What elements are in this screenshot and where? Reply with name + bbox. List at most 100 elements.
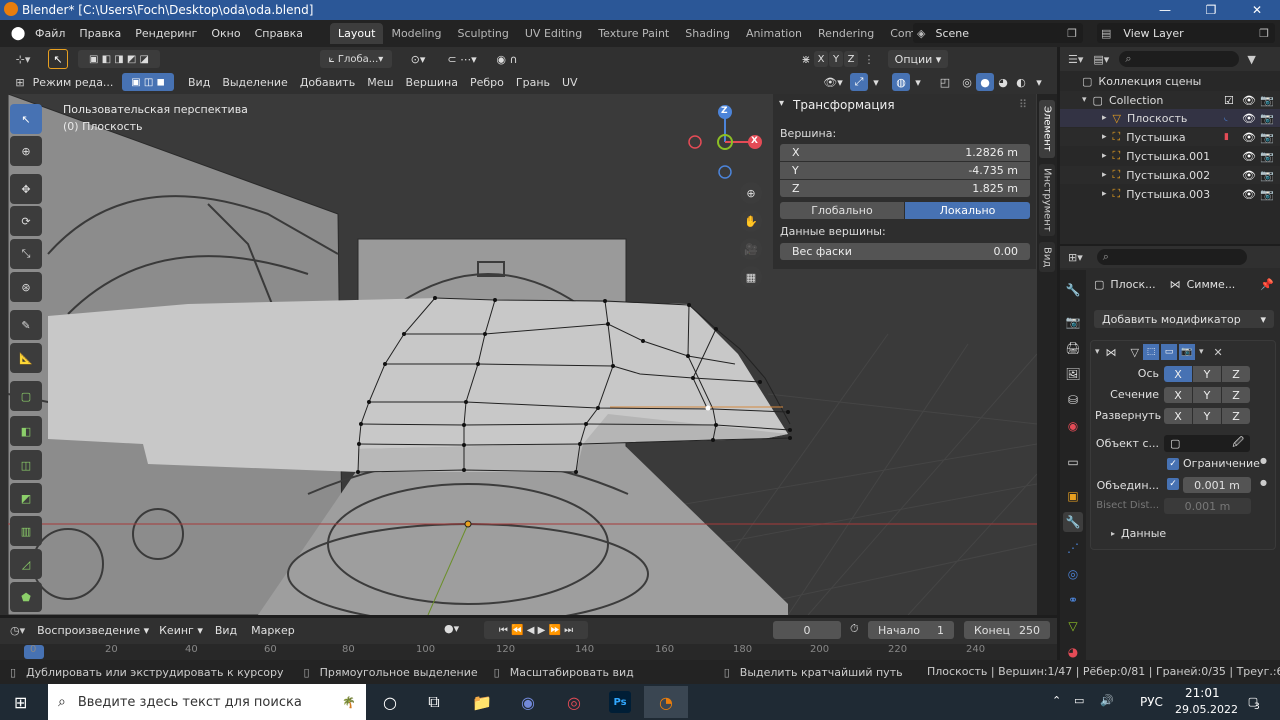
editor-type-icon[interactable]: ⊹▾ bbox=[10, 50, 36, 68]
transform-orientation-dropdown[interactable]: ⟀ Глоба... ▾ bbox=[320, 50, 392, 68]
gizmo-toggle-icon[interactable]: ⤢ bbox=[850, 73, 868, 91]
tab-tool[interactable]: Инструмент bbox=[1039, 164, 1055, 236]
editor-type-icon[interactable]: ⊞ bbox=[10, 73, 30, 91]
eye-icon[interactable]: 👁 bbox=[1242, 150, 1256, 163]
snap-icon[interactable]: ⊂ ⋯▾ bbox=[442, 50, 482, 68]
tab-sculpting[interactable]: Sculpting bbox=[450, 23, 517, 44]
expand-icon[interactable]: ▸ bbox=[1102, 170, 1107, 180]
editor-type-icon[interactable]: ◷▾ bbox=[10, 624, 25, 637]
menu-add[interactable]: Добавить bbox=[294, 76, 361, 89]
global-button[interactable]: Глобально bbox=[780, 202, 904, 219]
keyframe-dot-icon[interactable]: ● bbox=[1260, 478, 1267, 487]
overlay-dropdown-icon[interactable]: ▾ bbox=[912, 73, 924, 91]
tool-settings-icon[interactable]: 🔧 bbox=[1063, 280, 1083, 300]
bisect-x-toggle[interactable]: X bbox=[1164, 387, 1192, 403]
pan-hand-icon[interactable]: ✋ bbox=[740, 210, 762, 232]
properties-search-input[interactable]: ⌕ bbox=[1096, 249, 1247, 265]
editor-type-icon[interactable]: ⊞▾ bbox=[1068, 251, 1083, 264]
select-box-tool[interactable]: ↖ bbox=[10, 104, 42, 134]
shading-dropdown-icon[interactable]: ▾ bbox=[1032, 73, 1046, 91]
tab-uv-editing[interactable]: UV Editing bbox=[517, 23, 590, 44]
eye-icon[interactable]: 👁 bbox=[1242, 188, 1256, 201]
blender-taskbar-icon[interactable]: ◔ bbox=[644, 686, 688, 718]
perspective-toggle-icon[interactable]: ▦ bbox=[740, 266, 762, 288]
eye-icon[interactable]: 👁 bbox=[1242, 94, 1256, 107]
eyedropper-icon[interactable]: 🖉 bbox=[1232, 434, 1244, 453]
bisect-distance-field[interactable]: 0.001 m bbox=[1164, 498, 1251, 514]
face-weight-field[interactable]: Вес фаски 0.00 bbox=[780, 243, 1030, 260]
menu-file[interactable]: Файл bbox=[28, 27, 72, 40]
poly-build-tool[interactable]: ⬟ bbox=[10, 582, 42, 612]
mirror-icon[interactable]: ⋇ bbox=[798, 50, 814, 68]
menu-edit[interactable]: Правка bbox=[72, 27, 128, 40]
expand-icon[interactable]: ▸ bbox=[1111, 529, 1115, 538]
merge-checkbox[interactable]: ✓ bbox=[1167, 478, 1179, 490]
chrome-icon[interactable]: ◎ bbox=[552, 686, 596, 718]
menu-render[interactable]: Рендеринг bbox=[128, 27, 204, 40]
outliner-search-input[interactable]: ⌕ bbox=[1119, 51, 1240, 67]
solid-shading-icon[interactable]: ● bbox=[976, 73, 994, 91]
checkbox-checked-icon[interactable]: ✓ bbox=[1167, 457, 1179, 470]
rendered-shading-icon[interactable]: ◐ bbox=[1012, 73, 1030, 91]
measure-tool[interactable]: 📐 bbox=[10, 343, 42, 373]
menu-help[interactable]: Справка bbox=[248, 27, 310, 40]
camera-icon[interactable]: 📷 bbox=[1260, 131, 1274, 144]
material-shading-icon[interactable]: ◕ bbox=[994, 73, 1012, 91]
tray-chevron-icon[interactable]: ⌃ bbox=[1052, 694, 1061, 707]
proportional-edit-icon[interactable]: ◉ ∩ bbox=[490, 50, 524, 68]
tab-view[interactable]: Вид bbox=[1039, 242, 1055, 272]
expand-icon[interactable]: ▸ bbox=[1102, 113, 1107, 123]
windows-start-icon[interactable]: ⊞ bbox=[14, 693, 27, 712]
cursor-tool[interactable]: ⊕ bbox=[10, 136, 42, 166]
rotate-tool[interactable]: ⟳ bbox=[10, 206, 42, 236]
drag-handle-icon[interactable]: ⠿ bbox=[1019, 98, 1027, 111]
camera-view-icon[interactable]: 🎥 bbox=[740, 238, 762, 260]
menu-face[interactable]: Грань bbox=[510, 76, 556, 89]
mirror-options-icon[interactable]: ⋮ bbox=[864, 51, 875, 67]
clock-time[interactable]: 21:01 bbox=[1185, 686, 1220, 700]
language-indicator[interactable]: РУС bbox=[1140, 695, 1163, 709]
bisect-z-toggle[interactable]: Z bbox=[1222, 387, 1250, 403]
local-button[interactable]: Локально bbox=[905, 202, 1030, 219]
editor-type-icon[interactable]: ☰▾ bbox=[1068, 53, 1083, 66]
playback-menu[interactable]: Воспроизведение ▾ bbox=[37, 624, 149, 637]
outliner-object-row[interactable]: ▸ ⛶ Пустышка.003 👁 📷 bbox=[1060, 185, 1280, 203]
record-icon[interactable]: ●▾ bbox=[444, 622, 459, 635]
minimize-button[interactable]: — bbox=[1142, 0, 1188, 20]
copy-icon[interactable]: ❐ bbox=[1259, 27, 1269, 40]
keying-menu[interactable]: Кеинг ▾ bbox=[159, 624, 203, 637]
flip-y-toggle[interactable]: Y bbox=[1193, 408, 1221, 424]
camera-icon[interactable]: 📷 bbox=[1260, 169, 1274, 182]
gizmo-dropdown-icon[interactable]: ▾ bbox=[870, 73, 882, 91]
flip-z-toggle[interactable]: Z bbox=[1222, 408, 1250, 424]
tab-layout[interactable]: Layout bbox=[330, 23, 384, 44]
axis-y-toggle[interactable]: Y bbox=[829, 51, 843, 67]
constraints-icon[interactable]: ⚭ bbox=[1063, 590, 1083, 610]
outliner-object-row[interactable]: ▸ ⛶ Пустышка.001 👁 📷 bbox=[1060, 147, 1280, 165]
outliner-object-row[interactable]: ▸ ⛶ Пустышка ▮ 👁 📷 bbox=[1060, 128, 1280, 146]
camera-icon[interactable]: 📷 bbox=[1260, 150, 1274, 163]
move-tool[interactable]: ✥ bbox=[10, 174, 42, 204]
zoom-icon[interactable]: ⊕ bbox=[740, 182, 762, 204]
options-dropdown[interactable]: Опции ▾ bbox=[888, 50, 948, 68]
mirror-object-field[interactable]: ▢ 🖉 bbox=[1164, 435, 1250, 452]
tab-modeling[interactable]: Modeling bbox=[383, 23, 449, 44]
wireframe-shading-icon[interactable]: ◎ bbox=[958, 73, 976, 91]
expand-icon[interactable]: ▾ bbox=[1082, 95, 1087, 105]
menu-window[interactable]: Окно bbox=[204, 27, 247, 40]
select-tool-icon[interactable]: ↖ bbox=[48, 49, 68, 69]
menu-mesh[interactable]: Меш bbox=[361, 76, 399, 89]
active-vertex[interactable] bbox=[705, 405, 711, 411]
object-properties-icon[interactable]: ▣ bbox=[1063, 486, 1083, 506]
start-frame-field[interactable]: Начало 1 bbox=[868, 621, 954, 639]
outliner-object-row[interactable]: ▸ ⛶ Пустышка.002 👁 📷 bbox=[1060, 166, 1280, 184]
remove-modifier-icon[interactable]: ✕ bbox=[1214, 346, 1223, 359]
inset-tool[interactable]: ◫ bbox=[10, 450, 42, 480]
photoshop-icon[interactable]: Ps bbox=[598, 686, 642, 718]
add-modifier-dropdown[interactable]: Добавить модификатор ▾ bbox=[1094, 310, 1274, 328]
menu-uv[interactable]: UV bbox=[556, 76, 584, 89]
collection-row[interactable]: ▾ ▢ Collection ☑ 👁 📷 bbox=[1060, 91, 1280, 109]
taskbar-search-box[interactable]: ⌕ Введите здесь текст для поиска 🌴 bbox=[48, 684, 366, 720]
loop-cut-tool[interactable]: ▥ bbox=[10, 516, 42, 546]
network-icon[interactable]: ▭ bbox=[1074, 694, 1084, 707]
